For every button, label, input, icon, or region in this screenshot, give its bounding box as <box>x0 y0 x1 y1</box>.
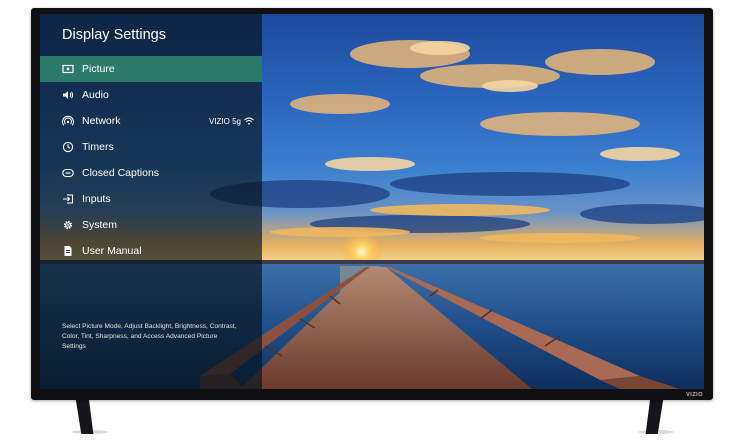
menu-item-audio[interactable]: Audio <box>40 82 262 108</box>
menu-item-label: User Manual <box>82 245 142 257</box>
tv-screen: Display Settings Picture Audio Network V… <box>40 14 704 389</box>
network-name: VIZIO 5g <box>208 116 241 126</box>
menu-title: Display Settings <box>62 27 166 43</box>
speaker-icon <box>62 89 74 101</box>
menu-item-label: Picture <box>82 63 115 75</box>
tv-stand-left <box>67 398 104 434</box>
menu-item-closed-captions[interactable]: Closed Captions <box>40 160 262 186</box>
gear-icon <box>62 219 74 231</box>
menu-item-user-manual[interactable]: User Manual <box>40 238 262 264</box>
picture-icon <box>62 63 74 75</box>
menu-item-label: Inputs <box>82 193 111 205</box>
closed-captions-icon <box>62 167 74 179</box>
network-status: VIZIO 5g <box>209 108 254 134</box>
input-icon <box>62 193 74 205</box>
wifi-icon <box>244 117 254 125</box>
menu-help-text: Select Picture Mode, Adjust Backlight, B… <box>62 323 237 350</box>
product-photo: VIZIO Display Settings Picture Audio Net… <box>0 0 740 440</box>
network-icon <box>62 115 74 127</box>
menu-item-network[interactable]: Network VIZIO 5g <box>40 108 262 134</box>
menu-item-picture[interactable]: Picture <box>40 56 262 82</box>
menu-item-inputs[interactable]: Inputs <box>40 186 262 212</box>
menu-item-timers[interactable]: Timers <box>40 134 262 160</box>
document-icon <box>62 245 74 257</box>
settings-menu-panel: Display Settings Picture Audio Network V… <box>40 14 262 389</box>
menu-item-label: System <box>82 219 118 231</box>
menu-item-system[interactable]: System <box>40 212 262 238</box>
menu-item-label: Closed Captions <box>82 167 160 179</box>
menu-item-label: Audio <box>82 89 109 101</box>
menu-item-label: Timers <box>82 141 114 153</box>
tv-stand-right <box>636 398 673 434</box>
tv-brand-logo: VIZIO <box>686 392 703 398</box>
menu-list: Picture Audio Network VIZIO 5g Timers Cl… <box>40 56 262 264</box>
clock-icon <box>62 141 74 153</box>
